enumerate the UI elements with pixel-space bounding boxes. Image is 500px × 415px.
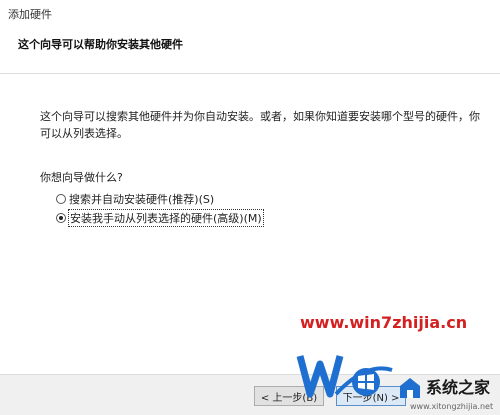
radio-manual-select[interactable] bbox=[56, 213, 66, 223]
option-auto-search[interactable]: 搜索并自动安装硬件(推荐)(S) bbox=[56, 191, 214, 207]
option-manual-select-label[interactable]: 安装我手动从列表选择的硬件(高级)(M) bbox=[68, 209, 264, 227]
watermark-logo-sub: www.xitongzhijia.net bbox=[410, 402, 494, 411]
watermark-logo-text: 系统之家 bbox=[426, 378, 491, 397]
wizard-header: 添加硬件 这个向导可以帮助你安装其他硬件 bbox=[0, 0, 500, 74]
wizard-question: 你想向导做什么? bbox=[40, 171, 123, 184]
window-title: 添加硬件 bbox=[8, 8, 52, 21]
option-auto-search-label[interactable]: 搜索并自动安装硬件(推荐)(S) bbox=[69, 191, 214, 207]
watermark-url: www.win7zhijia.cn bbox=[300, 313, 468, 332]
add-hardware-wizard: 添加硬件 这个向导可以帮助你安装其他硬件 这个向导可以搜索其他硬件并为你自动安装… bbox=[0, 0, 500, 415]
option-manual-select[interactable]: 安装我手动从列表选择的硬件(高级)(M) bbox=[56, 209, 264, 227]
watermark-logo: 系统之家 www.xitongzhijia.net bbox=[296, 334, 496, 415]
wizard-description: 这个向导可以搜索其他硬件并为你自动安装。或者，如果你知道要安装哪个型号的硬件，你… bbox=[40, 110, 480, 140]
radio-auto-search[interactable] bbox=[56, 194, 66, 204]
wizard-subtitle: 这个向导可以帮助你安装其他硬件 bbox=[18, 38, 183, 51]
